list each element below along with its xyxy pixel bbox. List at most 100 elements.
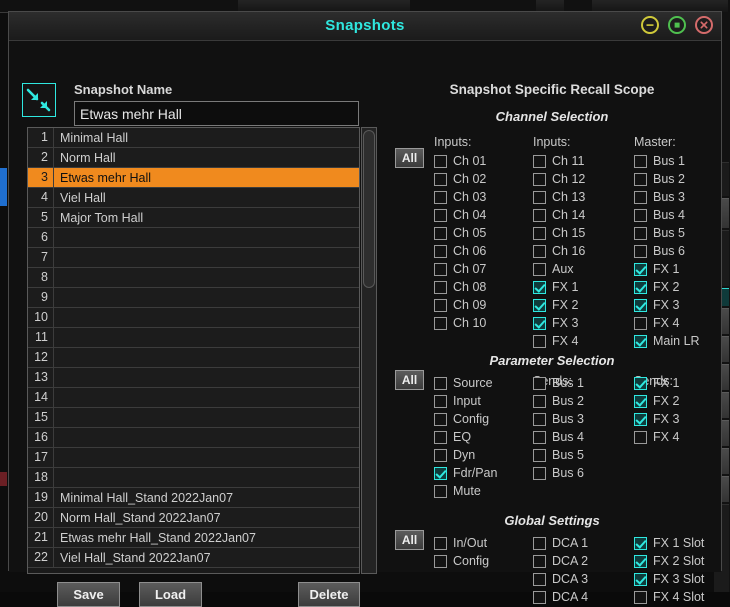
- snapshot-list-row[interactable]: 13: [28, 368, 359, 388]
- checkbox-bus-4[interactable]: Bus 4: [634, 206, 685, 224]
- snapshot-list-row[interactable]: 22Viel Hall_Stand 2022Jan07: [28, 548, 359, 568]
- checkbox-ch-07[interactable]: Ch 07: [434, 260, 486, 278]
- snapshot-list-row[interactable]: 17: [28, 448, 359, 468]
- checkbox-ch-10[interactable]: Ch 10: [434, 314, 486, 332]
- checkbox-fx-1-slot[interactable]: FX 1 Slot: [634, 534, 704, 552]
- checkbox-in-out[interactable]: In/Out: [434, 534, 487, 552]
- dialog-titlebar[interactable]: Snapshots: [9, 12, 721, 41]
- checkbox-fx-1[interactable]: FX 1: [634, 260, 679, 278]
- checkbox-config[interactable]: Config: [434, 552, 489, 570]
- checkbox-ch-14[interactable]: Ch 14: [533, 206, 585, 224]
- snapshot-list-row[interactable]: 15: [28, 408, 359, 428]
- checkbox-fx-1[interactable]: FX 1: [533, 278, 578, 296]
- snapshot-list-row[interactable]: 14: [28, 388, 359, 408]
- snapshot-list-row[interactable]: 19Minimal Hall_Stand 2022Jan07: [28, 488, 359, 508]
- checkbox-fx-1[interactable]: FX 1: [634, 374, 679, 392]
- checkbox-ch-02[interactable]: Ch 02: [434, 170, 486, 188]
- checkbox-fx-3[interactable]: FX 3: [533, 314, 578, 332]
- checkbox-dca-3[interactable]: DCA 3: [533, 570, 588, 588]
- checkbox-ch-05[interactable]: Ch 05: [434, 224, 486, 242]
- checkbox-main-lr[interactable]: Main LR: [634, 332, 700, 350]
- minimize-icon[interactable]: [641, 16, 659, 34]
- checkbox-bus-6[interactable]: Bus 6: [634, 242, 685, 260]
- checkbox-bus-5[interactable]: Bus 5: [533, 446, 584, 464]
- checkbox-ch-13[interactable]: Ch 13: [533, 188, 585, 206]
- checkbox-fx-2[interactable]: FX 2: [533, 296, 578, 314]
- scrollbar-thumb[interactable]: [363, 130, 375, 288]
- checkbox-fx-4-slot[interactable]: FX 4 Slot: [634, 588, 704, 606]
- checkbox-bus-3[interactable]: Bus 3: [533, 410, 584, 428]
- checkbox-ch-15[interactable]: Ch 15: [533, 224, 585, 242]
- checkbox-fx-4[interactable]: FX 4: [533, 332, 578, 350]
- all-button-channel[interactable]: All: [395, 148, 424, 168]
- snapshot-list-row[interactable]: 16: [28, 428, 359, 448]
- checkbox-ch-01[interactable]: Ch 01: [434, 152, 486, 170]
- checkbox-dca-1[interactable]: DCA 1: [533, 534, 588, 552]
- checkbox-bus-3[interactable]: Bus 3: [634, 188, 685, 206]
- snapshot-list[interactable]: 1Minimal Hall2Norm Hall3Etwas mehr Hall4…: [27, 127, 360, 574]
- snapshot-list-row[interactable]: 11: [28, 328, 359, 348]
- snapshot-arrows-icon[interactable]: [22, 83, 56, 117]
- checkbox-ch-06[interactable]: Ch 06: [434, 242, 486, 260]
- checkbox-fx-2-slot[interactable]: FX 2 Slot: [634, 552, 704, 570]
- checkbox-fx-4[interactable]: FX 4: [634, 428, 679, 446]
- check-icon: [634, 377, 647, 390]
- checkbox-ch-03[interactable]: Ch 03: [434, 188, 486, 206]
- snapshot-list-scrollbar[interactable]: [361, 127, 377, 574]
- snapshot-list-row[interactable]: 4Viel Hall: [28, 188, 359, 208]
- snapshot-name-input[interactable]: [74, 101, 359, 126]
- checkbox-fx-3-slot[interactable]: FX 3 Slot: [634, 570, 704, 588]
- checkbox-bus-1[interactable]: Bus 1: [634, 152, 685, 170]
- checkbox-input[interactable]: Input: [434, 392, 481, 410]
- checkbox-ch-08[interactable]: Ch 08: [434, 278, 486, 296]
- checkbox-bus-5[interactable]: Bus 5: [634, 224, 685, 242]
- close-icon[interactable]: [695, 16, 713, 34]
- load-button[interactable]: Load: [139, 582, 202, 607]
- checkbox-empty-icon: [533, 245, 546, 258]
- checkbox-config[interactable]: Config: [434, 410, 489, 428]
- checkbox-ch-16[interactable]: Ch 16: [533, 242, 585, 260]
- checkbox-ch-11[interactable]: Ch 11: [533, 152, 584, 170]
- checkbox-fx-3[interactable]: FX 3: [634, 410, 679, 428]
- checkbox-bus-4[interactable]: Bus 4: [533, 428, 584, 446]
- checkbox-fdr-pan[interactable]: Fdr/Pan: [434, 464, 497, 482]
- checkbox-bus-2[interactable]: Bus 2: [634, 170, 685, 188]
- checkbox-mute[interactable]: Mute: [434, 482, 481, 500]
- checkbox-source[interactable]: Source: [434, 374, 493, 392]
- snapshot-list-row[interactable]: 6: [28, 228, 359, 248]
- snapshot-list-row[interactable]: 10: [28, 308, 359, 328]
- checkbox-fx-4[interactable]: FX 4: [634, 314, 679, 332]
- snapshot-list-row[interactable]: 18: [28, 468, 359, 488]
- checkbox-empty-icon: [434, 173, 447, 186]
- checkbox-dyn[interactable]: Dyn: [434, 446, 475, 464]
- checkbox-fx-2[interactable]: FX 2: [634, 278, 679, 296]
- snapshot-list-row[interactable]: 12: [28, 348, 359, 368]
- snapshot-list-row[interactable]: 7: [28, 248, 359, 268]
- snapshot-list-row[interactable]: 2Norm Hall: [28, 148, 359, 168]
- checkbox-bus-1[interactable]: Bus 1: [533, 374, 584, 392]
- checkbox-bus-2[interactable]: Bus 2: [533, 392, 584, 410]
- checkbox-ch-09[interactable]: Ch 09: [434, 296, 486, 314]
- save-button[interactable]: Save: [57, 582, 120, 607]
- checkbox-aux[interactable]: Aux: [533, 260, 574, 278]
- snapshot-list-row[interactable]: 3Etwas mehr Hall: [28, 168, 359, 188]
- snapshot-list-row[interactable]: 9: [28, 288, 359, 308]
- checkbox-eq[interactable]: EQ: [434, 428, 471, 446]
- checkbox-fx-2[interactable]: FX 2: [634, 392, 679, 410]
- checkbox-bus-6[interactable]: Bus 6: [533, 464, 584, 482]
- all-button-global[interactable]: All: [395, 530, 424, 550]
- snapshot-list-row[interactable]: 1Minimal Hall: [28, 128, 359, 148]
- snapshot-list-row[interactable]: 8: [28, 268, 359, 288]
- maximize-icon[interactable]: [668, 16, 686, 34]
- checkbox-dca-2[interactable]: DCA 2: [533, 552, 588, 570]
- snapshot-list-row[interactable]: 5Major Tom Hall: [28, 208, 359, 228]
- checkbox-dca-4[interactable]: DCA 4: [533, 588, 588, 606]
- all-button-parameter[interactable]: All: [395, 370, 424, 390]
- delete-button[interactable]: Delete: [298, 582, 360, 607]
- checkbox-empty-icon: [634, 431, 647, 444]
- snapshot-list-row[interactable]: 21Etwas mehr Hall_Stand 2022Jan07: [28, 528, 359, 548]
- snapshot-list-row[interactable]: 20Norm Hall_Stand 2022Jan07: [28, 508, 359, 528]
- checkbox-ch-04[interactable]: Ch 04: [434, 206, 486, 224]
- checkbox-ch-12[interactable]: Ch 12: [533, 170, 585, 188]
- checkbox-fx-3[interactable]: FX 3: [634, 296, 679, 314]
